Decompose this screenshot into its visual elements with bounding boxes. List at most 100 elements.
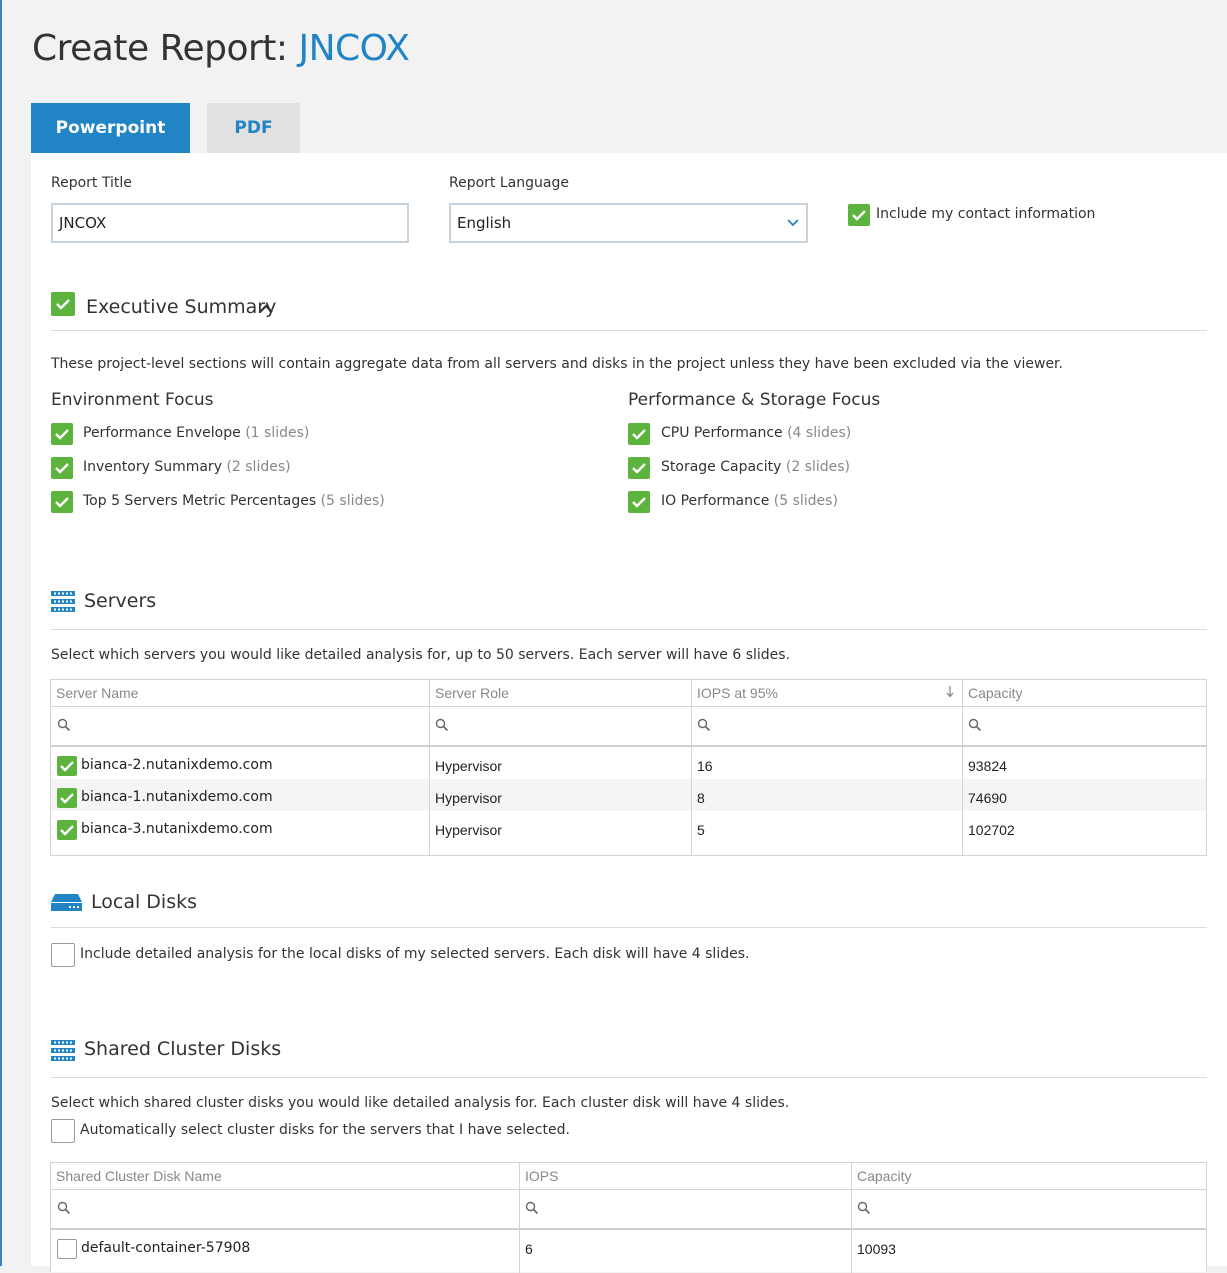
item-label: CPU Performance	[661, 425, 783, 441]
io-performance-checkbox[interactable]	[628, 491, 650, 513]
server-row-checkbox[interactable]	[57, 788, 77, 808]
server-name-cell: bianca-2.nutanixdemo.com	[81, 757, 273, 773]
report-language-label: Report Language	[449, 175, 569, 191]
column-header-server-role[interactable]: Server Role	[435, 685, 509, 701]
servers-description: Select which servers you would like deta…	[51, 647, 791, 663]
capacity-cell: 10093	[857, 1241, 896, 1257]
page-title: Create Report: JNCOX	[32, 28, 410, 69]
chevron-down-icon	[787, 219, 799, 227]
tab-pdf[interactable]: PDF	[207, 103, 300, 153]
cpu-performance-checkbox[interactable]	[628, 423, 650, 445]
executive-summary-title: Executive Summary	[86, 296, 277, 318]
column-divider	[519, 1163, 520, 1273]
shared-disks-title: Shared Cluster Disks	[84, 1038, 282, 1060]
shared-disks-table: Shared Cluster Disk Name IOPS Capacity d…	[50, 1162, 1207, 1273]
item-label: Storage Capacity	[661, 459, 782, 475]
inventory-summary-checkbox[interactable]	[51, 457, 73, 479]
check-icon	[632, 497, 646, 508]
capacity-cell: 102702	[968, 822, 1015, 838]
column-header-capacity[interactable]: Capacity	[968, 685, 1022, 701]
filter-divider	[51, 745, 1206, 747]
inventory-summary-item: Inventory Summary (2 slides)	[83, 459, 291, 475]
iops-cell: 5	[697, 822, 705, 838]
item-label: IO Performance	[661, 493, 770, 509]
iops-filter-input[interactable]	[520, 1190, 851, 1228]
iops-filter-input[interactable]	[692, 707, 962, 745]
io-performance-item: IO Performance (5 slides)	[661, 493, 838, 509]
auto-select-checkbox[interactable]	[51, 1119, 75, 1143]
project-name: JNCOX	[298, 28, 410, 69]
top5-servers-item: Top 5 Servers Metric Percentages (5 slid…	[83, 493, 385, 509]
check-icon	[55, 497, 69, 508]
servers-table: Server Name Server Role IOPS at 95% Capa…	[50, 679, 1207, 856]
storage-capacity-item: Storage Capacity (2 slides)	[661, 459, 850, 475]
top5-servers-checkbox[interactable]	[51, 491, 73, 513]
cluster-disks-icon	[51, 1040, 75, 1061]
contact-info-label: Include my contact information	[876, 206, 1096, 222]
local-disks-option-label: Include detailed analysis for the local …	[80, 946, 750, 962]
server-role-cell: Hypervisor	[435, 790, 502, 806]
contact-info-checkbox[interactable]	[848, 204, 870, 226]
check-icon	[60, 793, 74, 804]
servers-title: Servers	[84, 590, 157, 612]
storage-capacity-checkbox[interactable]	[628, 457, 650, 479]
executive-summary-checkbox[interactable]	[51, 292, 75, 316]
capacity-cell: 93824	[968, 758, 1007, 774]
report-title-label: Report Title	[51, 175, 132, 191]
capacity-filter-input[interactable]	[963, 707, 1206, 745]
disk-name-filter-input[interactable]	[51, 1190, 519, 1228]
column-divider	[691, 680, 692, 855]
page-left-rule	[0, 0, 2, 1266]
local-disks-title: Local Disks	[91, 891, 197, 913]
item-label: Top 5 Servers Metric Percentages	[83, 493, 317, 509]
check-icon	[632, 463, 646, 474]
report-title-input[interactable]: JNCOX	[51, 203, 409, 243]
tab-powerpoint[interactable]: Powerpoint	[31, 103, 190, 153]
item-slides: (2 slides)	[226, 459, 291, 475]
column-header-iops[interactable]: IOPS	[525, 1168, 558, 1184]
local-disk-icon	[51, 894, 82, 911]
executive-summary-description: These project-level sections will contai…	[51, 356, 1063, 372]
auto-select-label: Automatically select cluster disks for t…	[80, 1122, 570, 1138]
chevron-up-icon[interactable]	[259, 304, 273, 313]
check-icon	[852, 210, 866, 221]
item-label: Inventory Summary	[83, 459, 222, 475]
item-slides: (2 slides)	[785, 459, 851, 475]
local-disks-checkbox[interactable]	[51, 943, 75, 967]
report-form-panel: Report Title JNCOX Report Language Engli…	[31, 153, 1227, 1273]
column-header-iops[interactable]: IOPS at 95%	[697, 685, 778, 701]
section-divider	[51, 1077, 1207, 1078]
performance-envelope-checkbox[interactable]	[51, 423, 73, 445]
iops-cell: 6	[525, 1241, 533, 1257]
server-row-checkbox[interactable]	[57, 756, 77, 776]
capacity-cell: 74690	[968, 790, 1007, 806]
column-divider	[962, 680, 963, 855]
check-icon	[60, 825, 74, 836]
item-slides: (5 slides)	[320, 493, 385, 509]
column-header-server-name[interactable]: Server Name	[56, 685, 138, 701]
server-name-cell: bianca-3.nutanixdemo.com	[81, 821, 273, 837]
performance-focus-title: Performance & Storage Focus	[628, 390, 881, 410]
column-header-capacity[interactable]: Capacity	[857, 1168, 911, 1184]
column-header-disk-name[interactable]: Shared Cluster Disk Name	[56, 1168, 222, 1184]
check-icon	[55, 429, 69, 440]
capacity-filter-input[interactable]	[852, 1190, 1206, 1228]
report-language-value: English	[457, 214, 512, 232]
server-name-cell: bianca-1.nutanixdemo.com	[81, 789, 273, 805]
report-language-select[interactable]: English	[449, 203, 808, 243]
disk-name-cell: default-container-57908	[81, 1240, 251, 1256]
column-divider	[851, 1163, 852, 1273]
server-role-filter-input[interactable]	[430, 707, 691, 745]
sort-arrow-down-icon[interactable]	[946, 686, 954, 698]
server-role-cell: Hypervisor	[435, 758, 502, 774]
iops-cell: 8	[697, 790, 705, 806]
check-icon	[60, 761, 74, 772]
servers-icon	[51, 591, 75, 612]
server-name-filter-input[interactable]	[51, 707, 429, 745]
section-divider	[51, 927, 1207, 928]
disk-row-checkbox[interactable]	[57, 1239, 77, 1259]
server-row-checkbox[interactable]	[57, 820, 77, 840]
check-icon	[632, 429, 646, 440]
item-slides: (4 slides)	[787, 425, 852, 441]
check-icon	[56, 299, 70, 310]
